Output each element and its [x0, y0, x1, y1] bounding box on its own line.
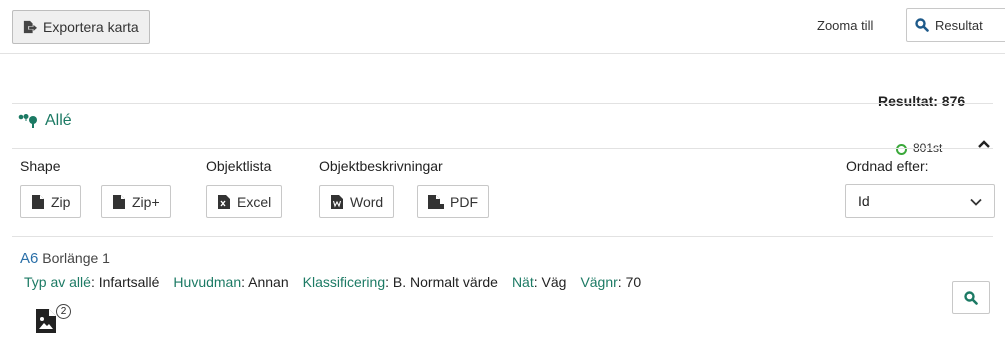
category-header-alle[interactable]: Allé — [18, 112, 72, 130]
image-count-badge: 2 — [56, 304, 71, 319]
category-name: Allé — [45, 112, 72, 129]
object-list-heading: Objektlista — [206, 158, 272, 174]
word-file-icon — [330, 194, 344, 209]
excel-label: Excel — [237, 193, 272, 210]
item-images-button[interactable]: 2 — [36, 304, 76, 334]
word-button[interactable]: Word — [319, 185, 395, 218]
attr-vagnr: Vägnr: 70 — [580, 274, 642, 290]
shape-heading: Shape — [20, 158, 61, 174]
attr-huvudman: Huvudman: Annan — [173, 274, 289, 290]
search-icon — [915, 18, 929, 32]
zoom-result-label: Resultat — [935, 17, 983, 33]
zoom-result-button[interactable]: Resultat — [906, 8, 1005, 42]
attr-klassificering: Klassificering: B. Normalt värde — [302, 274, 498, 290]
zoom-to-label: Zooma till — [817, 18, 874, 33]
zip-plus-label: Zip+ — [132, 193, 160, 210]
sort-heading: Ordnad efter: — [846, 158, 929, 174]
pdf-button[interactable]: PDF — [417, 185, 489, 218]
divider — [0, 53, 1005, 54]
file-icon — [31, 194, 45, 209]
zip-plus-button[interactable]: Zip+ — [101, 185, 171, 218]
tree-avenue-icon — [18, 114, 40, 128]
divider — [12, 103, 993, 104]
file-export-icon — [23, 20, 37, 34]
item-zoom-button[interactable] — [952, 281, 990, 314]
file-icon — [112, 194, 126, 209]
attr-nat: Nät: Väg — [511, 274, 567, 290]
result-total: Resultat: 876 — [878, 93, 966, 109]
chevron-down-icon — [970, 193, 982, 209]
export-map-label: Exportera karta — [43, 19, 139, 35]
attr-typ: Typ av allé: Infartsallé — [24, 274, 160, 290]
word-label: Word — [350, 193, 384, 210]
divider — [12, 148, 993, 149]
divider — [12, 236, 993, 237]
zip-button[interactable]: Zip — [20, 185, 82, 218]
item-name: Borlänge 1 — [42, 250, 110, 266]
excel-file-icon — [217, 194, 231, 209]
result-panel: Exportera karta Zooma till Resultat Resu… — [0, 0, 1005, 338]
sort-selected-value: Id — [858, 193, 870, 209]
item-id: A6 — [20, 250, 39, 267]
item-attributes: Typ av allé: Infartsallé Huvudman: Annan… — [24, 274, 641, 290]
excel-button[interactable]: Excel — [206, 185, 283, 218]
zip-label: Zip — [51, 193, 71, 210]
sort-select[interactable]: Id — [845, 184, 995, 218]
export-map-button[interactable]: Exportera karta — [12, 10, 150, 44]
search-icon — [964, 290, 978, 305]
list-item-title[interactable]: A6 Borlänge 1 — [20, 250, 110, 267]
pdf-file-icon — [428, 194, 444, 209]
pdf-label: PDF — [450, 193, 478, 210]
chevron-up-icon[interactable] — [977, 136, 991, 152]
image-file-icon — [36, 309, 56, 336]
object-descriptions-heading: Objektbeskrivningar — [319, 158, 443, 174]
